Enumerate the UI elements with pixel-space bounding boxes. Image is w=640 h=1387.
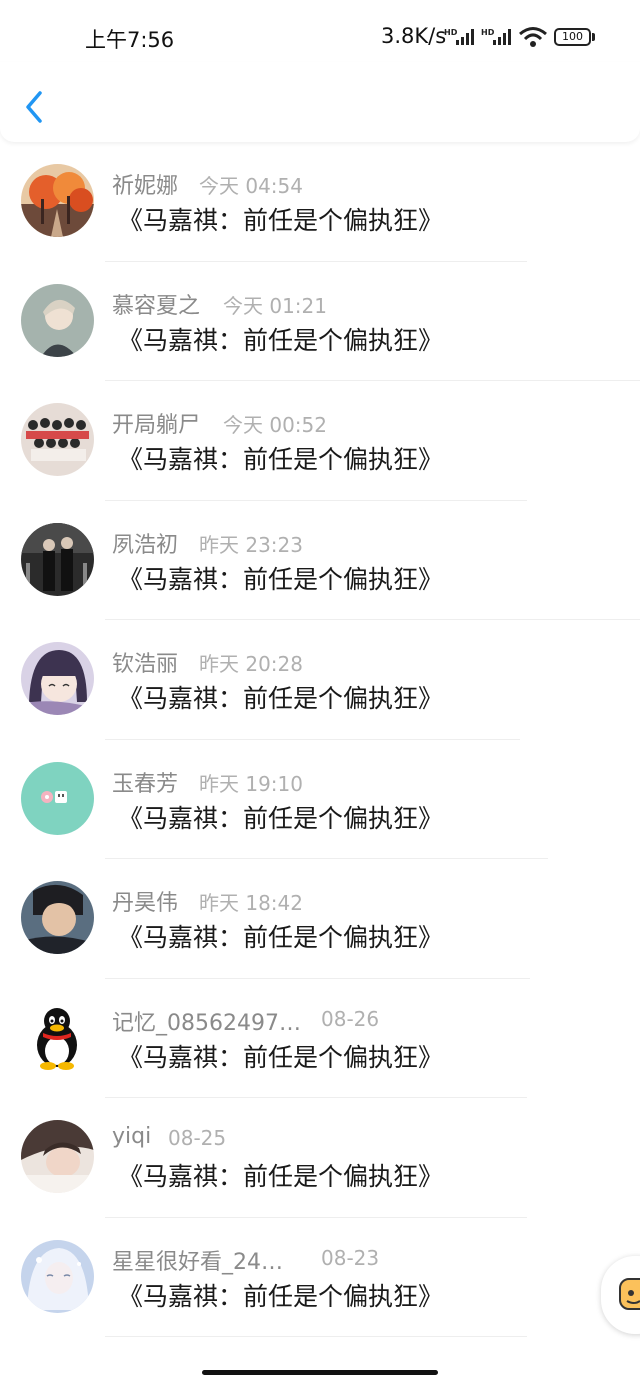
sender-name: 慕容夏之	[112, 293, 201, 319]
message-time: 08-26	[321, 1006, 380, 1031]
svg-text:HD: HD	[444, 28, 458, 37]
avatar[interactable]	[21, 403, 94, 476]
avatar[interactable]	[21, 522, 94, 596]
message-text: 《马嘉祺：前任是个偏执狂》	[118, 923, 444, 952]
message-time: 昨天 19:10	[199, 771, 303, 796]
message-time: 今天 01:21	[223, 293, 327, 318]
message-text: 《马嘉祺：前任是个偏执狂》	[118, 564, 444, 594]
divider	[105, 1336, 527, 1337]
battery-tip	[592, 33, 595, 41]
list-item[interactable]: 钦浩丽 昨天 20:28 《马嘉祺：前任是个偏执狂》	[0, 620, 640, 740]
cartoon-face-icon	[619, 1278, 640, 1310]
message-time: 昨天 20:28	[199, 652, 303, 676]
list-item[interactable]: 玉春芳 昨天 19:10 《马嘉祺：前任是个偏执狂》	[0, 740, 640, 859]
sender-name: 祈妮娜	[112, 174, 179, 199]
list-item[interactable]: 慕容夏之 今天 01:21 《马嘉祺：前任是个偏执狂》	[0, 262, 640, 381]
wifi-icon	[519, 27, 547, 47]
list-item[interactable]: 开局躺尸 今天 00:52 《马嘉祺：前任是个偏执狂》	[0, 381, 640, 501]
message-text: 《马嘉祺：前任是个偏执狂》	[118, 206, 444, 235]
network-speed: 3.8K/s	[381, 24, 447, 48]
avatar[interactable]	[21, 761, 94, 835]
avatar[interactable]	[21, 283, 94, 357]
battery-level: 100	[562, 30, 583, 43]
message-text: 《马嘉祺：前任是个偏执狂》	[118, 1042, 444, 1072]
chevron-left-icon[interactable]	[22, 89, 48, 125]
avatar[interactable]	[21, 1000, 94, 1074]
message-text: 《马嘉祺：前任是个偏执狂》	[118, 1281, 444, 1311]
message-time: 昨天 18:42	[199, 891, 303, 915]
sender-name: 丹昊伟	[112, 891, 179, 916]
message-time: 今天 04:54	[199, 174, 303, 198]
hd-signal-icon: HD	[481, 28, 511, 45]
sender-name: yiqi	[112, 1124, 152, 1149]
list-item[interactable]: 夙浩初 昨天 23:23 《马嘉祺：前任是个偏执狂》	[0, 501, 640, 620]
list-item[interactable]: 丹昊伟 昨天 18:42 《马嘉祺：前任是个偏执狂》	[0, 859, 640, 979]
sender-name: 星星很好看_24…	[112, 1249, 283, 1275]
avatar[interactable]	[21, 1239, 94, 1313]
message-time: 08-25	[168, 1126, 227, 1150]
list-item[interactable]: 祈妮娜 今天 04:54 《马嘉祺：前任是个偏执狂》	[0, 142, 640, 262]
list-item[interactable]: 记忆_08562497… 08-26 《马嘉祺：前任是个偏执狂》	[0, 979, 640, 1098]
hd-signal-icon: HD	[444, 28, 474, 45]
message-time: 昨天 23:23	[199, 532, 303, 557]
message-time: 08-23	[321, 1245, 380, 1270]
message-text: 《马嘉祺：前任是个偏执狂》	[118, 803, 444, 833]
message-text: 《马嘉祺：前任是个偏执狂》	[118, 1162, 444, 1191]
message-time: 今天 00:52	[223, 413, 327, 437]
avatar[interactable]	[21, 881, 94, 954]
message-text: 《马嘉祺：前任是个偏执狂》	[118, 684, 444, 713]
home-indicator[interactable]	[202, 1370, 438, 1375]
message-text: 《马嘉祺：前任是个偏执狂》	[118, 325, 444, 355]
sender-name: 开局躺尸	[112, 413, 201, 438]
message-text: 《马嘉祺：前任是个偏执狂》	[118, 445, 444, 474]
avatar[interactable]	[21, 642, 94, 715]
top-nav-bar	[0, 62, 640, 142]
list-item[interactable]: 星星很好看_24… 08-23 《马嘉祺：前任是个偏执狂》	[0, 1218, 640, 1337]
sender-name: 钦浩丽	[112, 652, 179, 677]
battery-icon: 100	[554, 28, 591, 46]
svg-text:HD: HD	[481, 28, 495, 37]
avatar[interactable]	[21, 1120, 94, 1193]
sender-name: 记忆_08562497…	[112, 1010, 301, 1036]
sender-name: 玉春芳	[112, 771, 179, 797]
status-time: 上午7:56	[85, 28, 175, 52]
sender-name: 夙浩初	[112, 532, 179, 558]
avatar[interactable]	[21, 164, 94, 237]
list-item[interactable]: yiqi 08-25 《马嘉祺：前任是个偏执狂》	[0, 1098, 640, 1218]
